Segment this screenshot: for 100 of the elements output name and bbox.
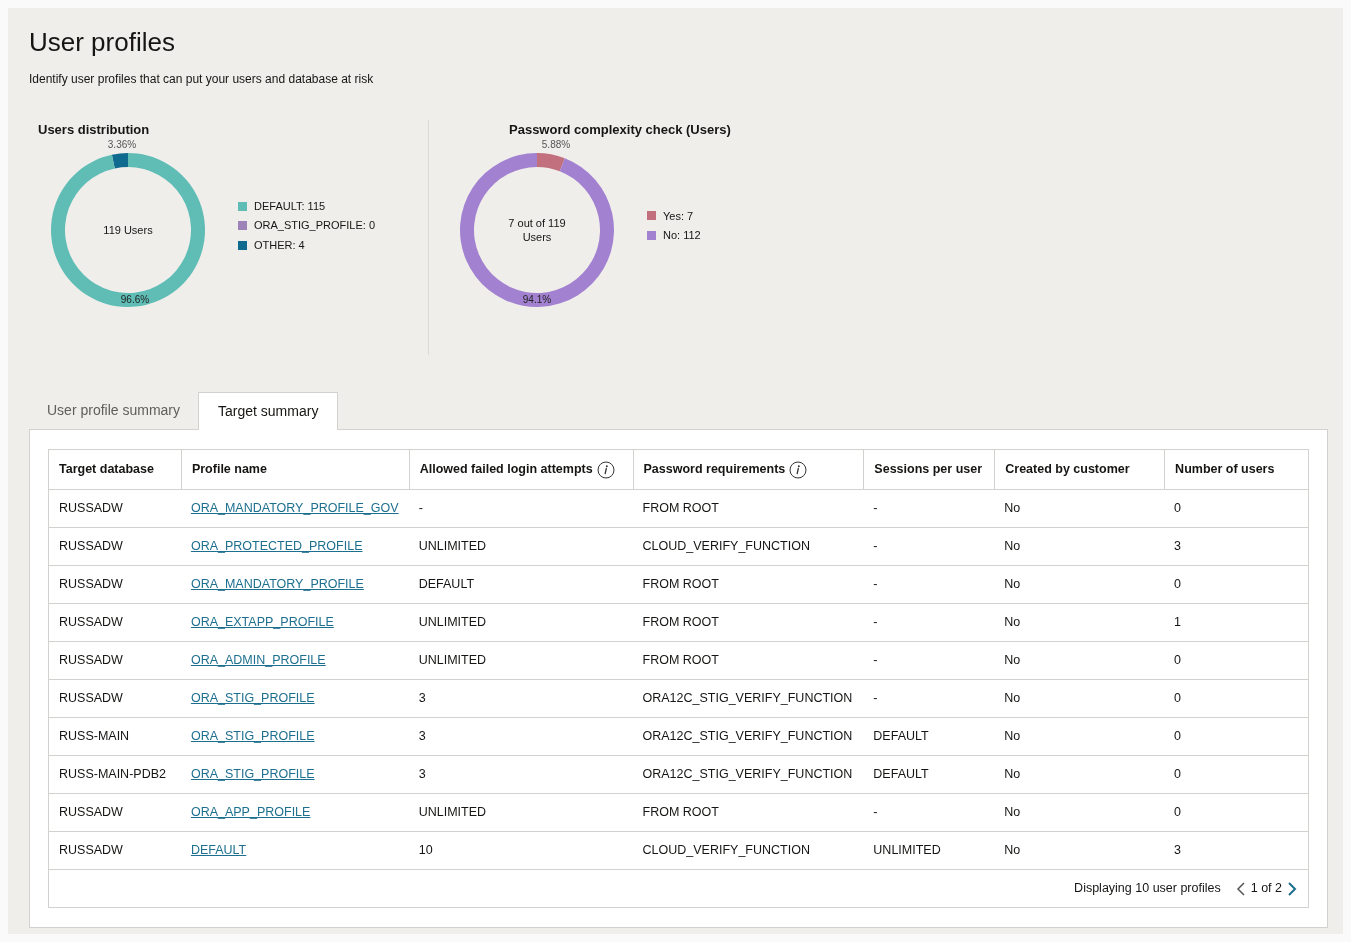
- info-icon[interactable]: [596, 460, 615, 479]
- table-cell-text: -: [873, 804, 878, 822]
- table-cell-text: 3: [418, 766, 426, 784]
- table-cell-text: CLOUD_VERIFY_FUNCTION: [642, 842, 810, 860]
- table-cell-text: FROM ROOT: [642, 804, 719, 822]
- legend-label: DEFAULT: 115: [254, 198, 326, 214]
- table-cell-text: No: [1004, 576, 1021, 594]
- table-cell-text: No: [1004, 690, 1021, 708]
- column-header: Target database: [59, 461, 154, 479]
- tab[interactable]: Target summary: [198, 392, 339, 430]
- table-cell-text: ORA12C_STIG_VERIFY_FUNCTION: [642, 728, 853, 746]
- table-cell-text: RUSSADW: [59, 538, 123, 556]
- table-cell-text: No: [1004, 652, 1021, 670]
- profile-link[interactable]: ORA_EXTAPP_PROFILE: [190, 613, 334, 632]
- table-cell-text: 0: [1174, 766, 1182, 784]
- table-cell-text: 0: [1174, 576, 1182, 594]
- column-header: Allowed failed login attempts: [419, 461, 593, 479]
- profile-link[interactable]: ORA_STIG_PROFILE: [190, 689, 315, 708]
- profile-link[interactable]: ORA_MANDATORY_PROFILE: [190, 575, 364, 594]
- table-cell-text: DEFAULT: [873, 766, 929, 784]
- table-cell-text: RUSSADW: [59, 842, 123, 860]
- profile-link[interactable]: DEFAULT: [190, 841, 247, 860]
- column-header: Created by customer: [1005, 461, 1130, 479]
- table-cell-text: UNLIMITED: [873, 842, 941, 860]
- table-cell-text: FROM ROOT: [642, 500, 719, 518]
- page-subtitle: Identify user profiles that can put your users and database at risk: [29, 71, 375, 88]
- table-cell-text: No: [1004, 766, 1021, 784]
- table-cell-text: 10: [418, 842, 433, 860]
- table-cell-text: -: [418, 500, 423, 518]
- table-cell-text: RUSSADW: [59, 614, 123, 632]
- table-cell-text: No: [1004, 804, 1021, 822]
- profile-link[interactable]: ORA_PROTECTED_PROFILE: [190, 537, 363, 556]
- donut-center-label: 119 Users: [103, 222, 153, 237]
- table-cell-text: -: [873, 500, 878, 518]
- slice-label: 5.88%: [541, 138, 571, 150]
- pagination-summary: Displaying 10 user profiles: [1074, 880, 1221, 898]
- table-cell-text: 3: [418, 690, 426, 708]
- profile-link[interactable]: ORA_APP_PROFILE: [190, 803, 311, 822]
- table-cell-text: -: [873, 614, 878, 632]
- table-cell-text: UNLIMITED: [418, 614, 487, 632]
- chart-title: Password complexity check (Users): [509, 121, 731, 139]
- table-cell-text: RUSSADW: [59, 690, 123, 708]
- column-header: Number of users: [1175, 461, 1275, 479]
- page-indicator: 1 of 2: [1250, 880, 1282, 898]
- table-cell-text: 3: [1174, 538, 1182, 556]
- legend-label: Yes: 7: [663, 208, 694, 224]
- donut-center-label: Users: [522, 229, 552, 244]
- next-page-icon[interactable]: [1286, 880, 1298, 897]
- table-cell-text: -: [873, 690, 878, 708]
- table-cell-text: -: [873, 652, 878, 670]
- column-header: Profile name: [191, 461, 267, 479]
- table-cell-text: No: [1004, 538, 1021, 556]
- table-cell-text: No: [1004, 614, 1021, 632]
- previous-page-icon[interactable]: [1234, 880, 1247, 897]
- table-cell-text: FROM ROOT: [642, 614, 719, 632]
- table-cell-text: RUSSADW: [59, 500, 123, 518]
- table-cell-text: 0: [1174, 690, 1182, 708]
- table-cell-text: ORA12C_STIG_VERIFY_FUNCTION: [642, 690, 853, 708]
- profile-link[interactable]: ORA_STIG_PROFILE: [190, 727, 315, 746]
- table-cell-text: CLOUD_VERIFY_FUNCTION: [642, 538, 810, 556]
- table-cell-text: UNLIMITED: [418, 652, 487, 670]
- legend-label: No: 112: [663, 228, 701, 243]
- chart-title: Users distribution: [38, 121, 151, 139]
- slice-label: 96.6%: [120, 293, 150, 305]
- table-cell-text: FROM ROOT: [642, 576, 719, 594]
- table-cell-text: DEFAULT: [873, 728, 929, 746]
- table-cell-text: No: [1004, 728, 1021, 746]
- table-cell-text: 0: [1174, 728, 1182, 746]
- donut-center-label: 7 out of 119: [508, 215, 566, 230]
- column-header: Sessions per user: [874, 461, 983, 479]
- legend-label: ORA_STIG_PROFILE: 0: [254, 218, 376, 234]
- table-cell-text: FROM ROOT: [642, 652, 719, 670]
- page-title: User profiles: [29, 26, 176, 58]
- table-cell-text: 3: [1174, 842, 1182, 860]
- profile-link[interactable]: ORA_STIG_PROFILE: [190, 765, 315, 784]
- table-cell-text: RUSSADW: [59, 804, 123, 822]
- table-cell-text: 3: [418, 728, 426, 746]
- slice-label: 3.36%: [107, 138, 137, 150]
- table-cell-text: 1: [1174, 614, 1182, 632]
- table-cell-text: 0: [1174, 652, 1182, 670]
- profile-link[interactable]: ORA_MANDATORY_PROFILE_GOV: [190, 499, 399, 518]
- profile-link[interactable]: ORA_ADMIN_PROFILE: [190, 651, 326, 670]
- table-cell-text: 0: [1174, 500, 1182, 518]
- table-cell-text: -: [873, 538, 878, 556]
- table-cell-text: DEFAULT: [418, 576, 475, 594]
- slice-label: 94.1%: [522, 293, 552, 305]
- column-header: Password requirements: [643, 461, 786, 479]
- table-cell-text: UNLIMITED: [418, 804, 487, 822]
- table-cell-text: RUSSADW: [59, 576, 123, 594]
- legend-label: OTHER: 4: [254, 237, 305, 253]
- table-cell-text: No: [1004, 842, 1021, 860]
- info-icon[interactable]: [789, 460, 808, 479]
- table-cell-text: RUSS-MAIN-PDB2: [59, 766, 166, 784]
- table-cell-text: -: [873, 576, 878, 594]
- table-cell-text: UNLIMITED: [418, 538, 487, 556]
- table-cell-text: ORA12C_STIG_VERIFY_FUNCTION: [642, 766, 853, 784]
- table-cell-text: 0: [1174, 804, 1182, 822]
- table-cell-text: No: [1004, 500, 1021, 518]
- table-cell-text: RUSS-MAIN: [59, 728, 130, 746]
- tab[interactable]: User profile summary: [29, 392, 199, 429]
